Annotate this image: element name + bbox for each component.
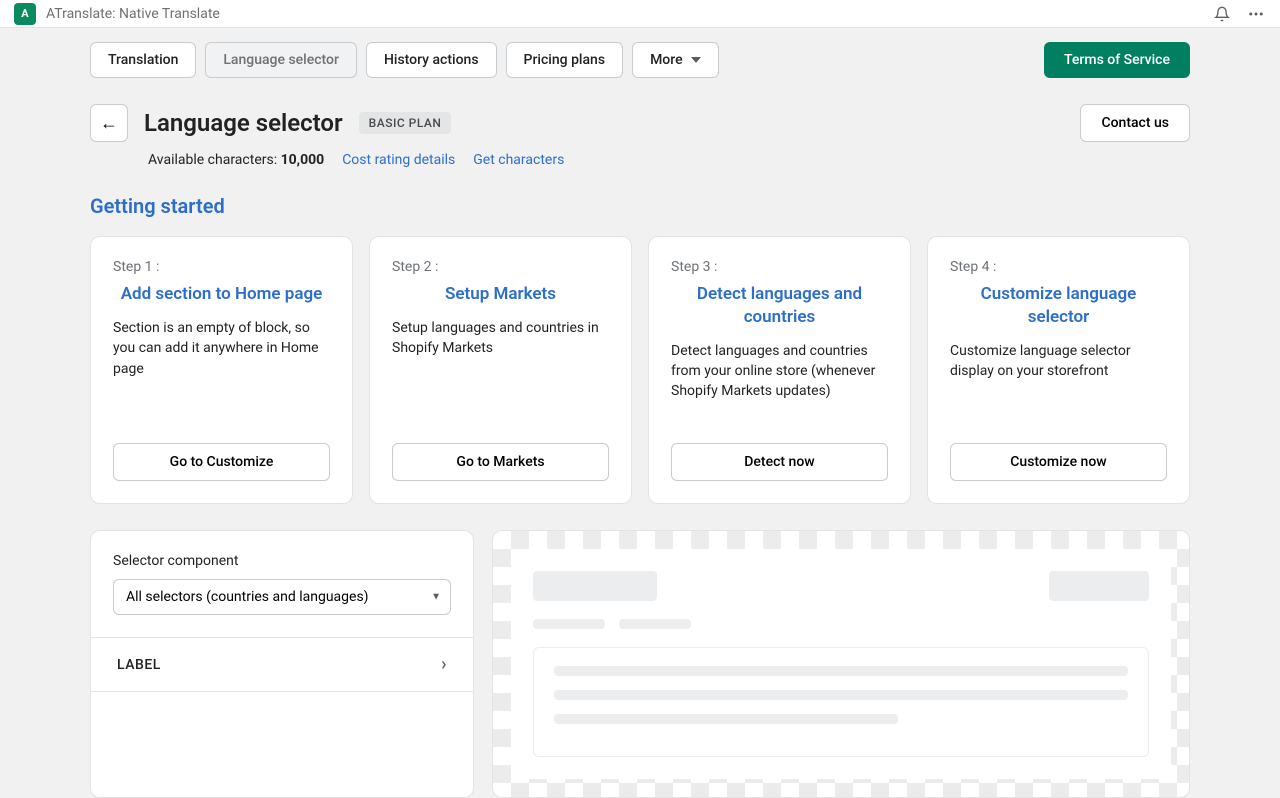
step-desc: Customize language selector display on y… [950, 341, 1167, 382]
step-label: Step 3 : [671, 259, 888, 275]
arrow-left-icon: ← [100, 113, 118, 134]
selector-component-select[interactable]: All selectors (countries and languages) [113, 579, 451, 615]
skeleton-line [554, 690, 1128, 700]
step-card-4: Step 4 : Customize language selector Cus… [927, 236, 1190, 504]
step-title: Detect languages and countries [671, 283, 888, 329]
app-icon: A [14, 3, 36, 25]
page-title: Language selector [144, 109, 343, 137]
tab-language-selector[interactable]: Language selector [205, 42, 357, 78]
step-title: Customize language selector [950, 283, 1167, 329]
accordion-label-text: LABEL [117, 657, 161, 673]
available-count: 10,000 [281, 152, 325, 168]
skeleton-line [554, 714, 898, 724]
step-desc: Detect languages and countries from your… [671, 341, 888, 402]
get-characters-link[interactable]: Get characters [473, 152, 564, 168]
tab-more[interactable]: More [632, 42, 719, 78]
go-to-markets-button[interactable]: Go to Markets [392, 443, 609, 481]
back-button[interactable]: ← [90, 104, 128, 142]
terms-of-service-button[interactable]: Terms of Service [1044, 42, 1190, 78]
app-title: ATranslate: Native Translate [46, 6, 220, 22]
tab-pricing[interactable]: Pricing plans [506, 42, 624, 78]
available-characters: Available characters: 10,000 [148, 152, 324, 168]
skeleton-line [554, 666, 1128, 676]
plan-badge: BASIC PLAN [359, 112, 452, 134]
chevron-right-icon: › [441, 654, 447, 675]
cost-rating-link[interactable]: Cost rating details [342, 152, 455, 168]
tab-more-label: More [650, 52, 683, 68]
selector-component-label: Selector component [113, 553, 451, 569]
step-title: Setup Markets [392, 283, 609, 306]
go-to-customize-button[interactable]: Go to Customize [113, 443, 330, 481]
step-title: Add section to Home page [113, 283, 330, 306]
skeleton-block [1049, 571, 1149, 601]
preview-panel [492, 530, 1190, 798]
tab-history[interactable]: History actions [366, 42, 497, 78]
step-card-1: Step 1 : Add section to Home page Sectio… [90, 236, 353, 504]
preview-skeleton [511, 549, 1171, 779]
step-label: Step 2 : [392, 259, 609, 275]
getting-started-cards: Step 1 : Add section to Home page Sectio… [90, 236, 1190, 504]
step-label: Step 4 : [950, 259, 1167, 275]
skeleton-block [619, 619, 691, 629]
available-label: Available characters: [148, 152, 281, 168]
selector-component-panel: Selector component All selectors (countr… [90, 530, 474, 798]
notification-icon[interactable] [1212, 4, 1232, 24]
skeleton-block [533, 619, 605, 629]
chevron-down-icon [691, 57, 701, 63]
tab-bar: Translation Language selector History ac… [90, 28, 1190, 96]
step-desc: Setup languages and countries in Shopify… [392, 318, 609, 359]
contact-us-button[interactable]: Contact us [1080, 104, 1190, 142]
step-desc: Section is an empty of block, so you can… [113, 318, 330, 379]
customize-now-button[interactable]: Customize now [950, 443, 1167, 481]
getting-started-heading: Getting started [90, 168, 1190, 236]
accordion-label-item[interactable]: LABEL › [91, 638, 473, 692]
more-icon[interactable] [1246, 4, 1266, 24]
step-label: Step 1 : [113, 259, 330, 275]
detect-now-button[interactable]: Detect now [671, 443, 888, 481]
step-card-3: Step 3 : Detect languages and countries … [648, 236, 911, 504]
skeleton-block [533, 571, 657, 601]
tab-translation[interactable]: Translation [90, 42, 196, 78]
step-card-2: Step 2 : Setup Markets Setup languages a… [369, 236, 632, 504]
